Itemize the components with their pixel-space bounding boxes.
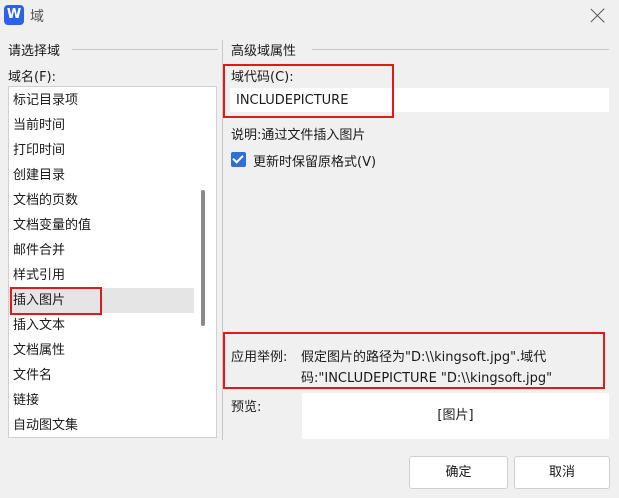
preview-box: [图片] bbox=[302, 393, 609, 439]
window-title: 域 bbox=[30, 9, 44, 25]
cancel-button[interactable]: 取消 bbox=[514, 456, 610, 489]
list-item[interactable]: 邮件合并 bbox=[9, 238, 194, 263]
list-item[interactable]: 文档的页数 bbox=[9, 188, 194, 213]
select-field-heading: 请选择域 bbox=[8, 40, 65, 59]
list-item[interactable]: 插入文本 bbox=[9, 313, 194, 338]
wps-writer-icon: W bbox=[4, 5, 24, 25]
list-item[interactable]: 当前时间 bbox=[9, 113, 194, 138]
field-name-label: 域名(F): bbox=[8, 70, 57, 85]
list-item[interactable]: 打印时间 bbox=[9, 138, 194, 163]
highlight-example bbox=[223, 332, 605, 389]
description-text: 说明:通过文件插入图片 bbox=[231, 128, 366, 143]
list-item[interactable]: 样式引用 bbox=[9, 263, 194, 288]
list-scrollbar[interactable] bbox=[201, 190, 205, 326]
list-item[interactable]: 文档变量的值 bbox=[9, 213, 194, 238]
highlight-selected-item bbox=[10, 287, 102, 315]
list-item[interactable]: 自动图文集 bbox=[9, 413, 194, 437]
close-icon[interactable] bbox=[587, 5, 609, 27]
preview-text: [图片] bbox=[437, 408, 474, 423]
advanced-properties-heading: 高级域属性 bbox=[231, 40, 301, 59]
list-item[interactable]: 文档属性 bbox=[9, 338, 194, 363]
group-divider bbox=[72, 49, 218, 50]
keep-format-label[interactable]: 更新时保留原格式(V) bbox=[253, 151, 376, 170]
list-item[interactable]: 文件名 bbox=[9, 363, 194, 388]
field-name-list[interactable]: 标记目录项 当前时间 打印时间 创建目录 文档的页数 文档变量的值 邮件合并 样… bbox=[8, 86, 217, 438]
list-item[interactable]: 标记目录项 bbox=[9, 88, 194, 113]
list-item[interactable]: 创建目录 bbox=[9, 163, 194, 188]
highlight-field-code bbox=[223, 64, 394, 118]
ok-button[interactable]: 确定 bbox=[409, 456, 508, 489]
title-bar: W 域 bbox=[0, 0, 619, 32]
preview-label: 预览: bbox=[231, 400, 262, 415]
keep-format-checkbox[interactable] bbox=[231, 152, 246, 167]
list-item[interactable]: 链接 bbox=[9, 388, 194, 413]
group-divider bbox=[312, 49, 609, 50]
